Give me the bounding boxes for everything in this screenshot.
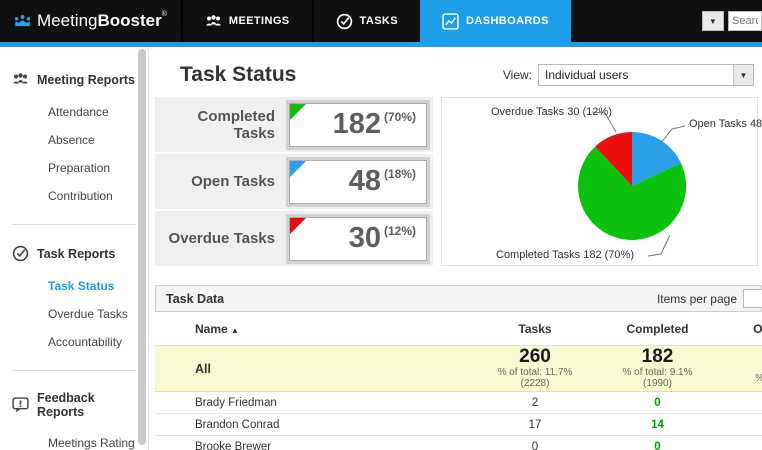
stat-value: 182 xyxy=(332,108,381,140)
column-header-name[interactable]: Name ▲ xyxy=(155,322,475,336)
sidebar-heading-task-reports[interactable]: Task Reports xyxy=(0,239,148,272)
row-name: Brady Friedman xyxy=(195,396,277,409)
sidebar-section-feedback-reports: Feedback Reports Meetings Rating Hidden … xyxy=(0,385,148,450)
stat-percentage: (70%) xyxy=(383,109,416,124)
stat-card-completed: 182 (70%) xyxy=(289,102,427,147)
column-header-tasks[interactable]: Tasks xyxy=(475,322,595,336)
tab-tasks[interactable]: TASKS xyxy=(311,0,420,42)
column-header-overdue[interactable]: Overdue xyxy=(720,322,762,336)
sidebar-item-contribution[interactable]: Contribution xyxy=(0,182,148,210)
row-completed: 0 xyxy=(654,396,661,409)
line-chart-icon xyxy=(442,12,459,30)
people-icon xyxy=(13,73,28,84)
column-header-completed[interactable]: Completed xyxy=(595,322,720,336)
sidebar-item-meetings-rating[interactable]: Meetings Rating xyxy=(0,429,148,450)
sidebar-section-task-reports: Task Reports Task Status Overdue Tasks A… xyxy=(0,239,148,360)
summary-completed: 182 % of total: 9.1% (1990) xyxy=(622,346,693,390)
stat-label: Completed Tasks xyxy=(197,107,275,142)
stat-value: 30 xyxy=(348,222,381,254)
stat-completed-tasks: Completed Tasks 182 (70%) xyxy=(155,97,433,152)
table-row[interactable]: Brady Friedman 2 0 xyxy=(155,392,762,414)
stat-label: Overdue Tasks xyxy=(168,230,275,247)
row-tasks: 2 xyxy=(531,396,539,409)
stat-value: 48 xyxy=(348,165,381,197)
tab-dashboards[interactable]: DASHBOARDS xyxy=(420,0,571,42)
summary-name: All xyxy=(195,361,211,376)
stat-percentage: (12%) xyxy=(383,223,416,238)
table-section-title: Task Data xyxy=(166,291,225,306)
sidebar-item-preparation[interactable]: Preparation xyxy=(0,154,148,182)
view-select-value: Individual users xyxy=(545,68,629,82)
corner-flag xyxy=(290,103,306,120)
sidebar-scrollbar[interactable] xyxy=(138,49,146,445)
corner-flag xyxy=(290,160,306,177)
sidebar-heading-feedback-reports[interactable]: Feedback Reports xyxy=(0,385,148,429)
view-select[interactable]: Individual users ▼ xyxy=(538,64,754,86)
sidebar: Meeting Reports Attendance Absence Prepa… xyxy=(0,47,149,450)
sidebar-item-absence[interactable]: Absence xyxy=(0,126,148,154)
table-header-row: Name ▲ Tasks Completed Overdue xyxy=(155,312,762,346)
stat-label: Open Tasks xyxy=(191,173,275,190)
feedback-bubble-icon xyxy=(12,396,29,412)
page-title: Task Status xyxy=(180,63,297,86)
corner-flag xyxy=(290,217,306,234)
logo-text: MeetingBooster® xyxy=(37,11,167,30)
sidebar-section-meeting-reports: Meeting Reports Attendance Absence Prepa… xyxy=(0,65,148,214)
summary-tasks: 260 % of total: 11.7% (2228) xyxy=(497,346,573,390)
stats-column: Completed Tasks 182 (70%) Open Tasks 48 … xyxy=(155,97,433,266)
row-name: Brooke Brewer xyxy=(195,440,272,450)
chevron-down-icon: ▼ xyxy=(733,65,753,85)
sidebar-item-overdue-tasks[interactable]: Overdue Tasks xyxy=(0,300,148,328)
task-status-pie-chart: Overdue Tasks 30 (12%) Open Tasks 48 (18… xyxy=(441,97,762,266)
main-content: Task Status View: Individual users ▼ Com… xyxy=(150,47,762,450)
search-input[interactable] xyxy=(728,11,762,31)
row-completed: 14 xyxy=(651,418,664,431)
stat-open-tasks: Open Tasks 48 (18%) xyxy=(155,154,433,209)
top-navigation-bar: MeetingBooster® MEETINGS TASKS DASHBOARD… xyxy=(0,0,762,42)
sidebar-item-attendance[interactable]: Attendance xyxy=(0,98,148,126)
tab-label: DASHBOARDS xyxy=(466,15,549,27)
row-tasks: 17 xyxy=(528,418,542,431)
task-data-section: Task Data Items per page Name ▲ Tasks Co… xyxy=(155,285,762,450)
pie-label-overdue: Overdue Tasks 30 (12%) xyxy=(491,106,612,118)
row-tasks: 0 xyxy=(531,440,539,450)
summary-overdue: 30 % of total: xyxy=(720,353,762,384)
tab-label: TASKS xyxy=(359,15,399,27)
stat-card-overdue: 30 (12%) xyxy=(289,216,427,261)
row-name: Brandon Conrad xyxy=(195,418,280,431)
table-row[interactable]: Brooke Brewer 0 0 xyxy=(155,436,762,450)
pie-label-open: Open Tasks 48 (18%) xyxy=(689,118,762,130)
crown-logo-icon xyxy=(14,14,31,26)
chevron-down-icon: ▼ xyxy=(709,16,717,26)
stat-percentage: (18%) xyxy=(383,166,416,181)
items-per-page-label: Items per page xyxy=(656,291,737,306)
row-completed: 0 xyxy=(654,440,661,450)
divider xyxy=(12,370,136,371)
items-per-page-input[interactable] xyxy=(743,289,762,308)
view-label: View: xyxy=(502,68,532,82)
table-row[interactable]: Brandon Conrad 17 14 xyxy=(155,414,762,436)
check-circle-icon xyxy=(12,245,29,262)
sidebar-item-accountability[interactable]: Accountability xyxy=(0,328,148,356)
sidebar-heading-meeting-reports[interactable]: Meeting Reports xyxy=(0,65,148,98)
tab-meetings[interactable]: MEETINGS xyxy=(180,0,312,42)
tab-label: MEETINGS xyxy=(228,15,290,27)
stat-card-open: 48 (18%) xyxy=(289,159,427,204)
pie-label-completed: Completed Tasks 182 (70%) xyxy=(496,249,634,261)
table-summary-row[interactable]: All 260 % of total: 11.7% (2228) 182 % o… xyxy=(155,346,762,392)
sidebar-item-task-status[interactable]: Task Status xyxy=(0,272,148,300)
check-circle-icon xyxy=(336,13,352,29)
search-scope-dropdown[interactable]: ▼ xyxy=(702,11,724,31)
meetingbooster-logo[interactable]: MeetingBooster® xyxy=(0,0,181,42)
people-icon xyxy=(205,14,221,25)
divider xyxy=(12,224,136,225)
sort-asc-icon: ▲ xyxy=(231,325,239,335)
stat-overdue-tasks: Overdue Tasks 30 (12%) xyxy=(155,211,433,266)
